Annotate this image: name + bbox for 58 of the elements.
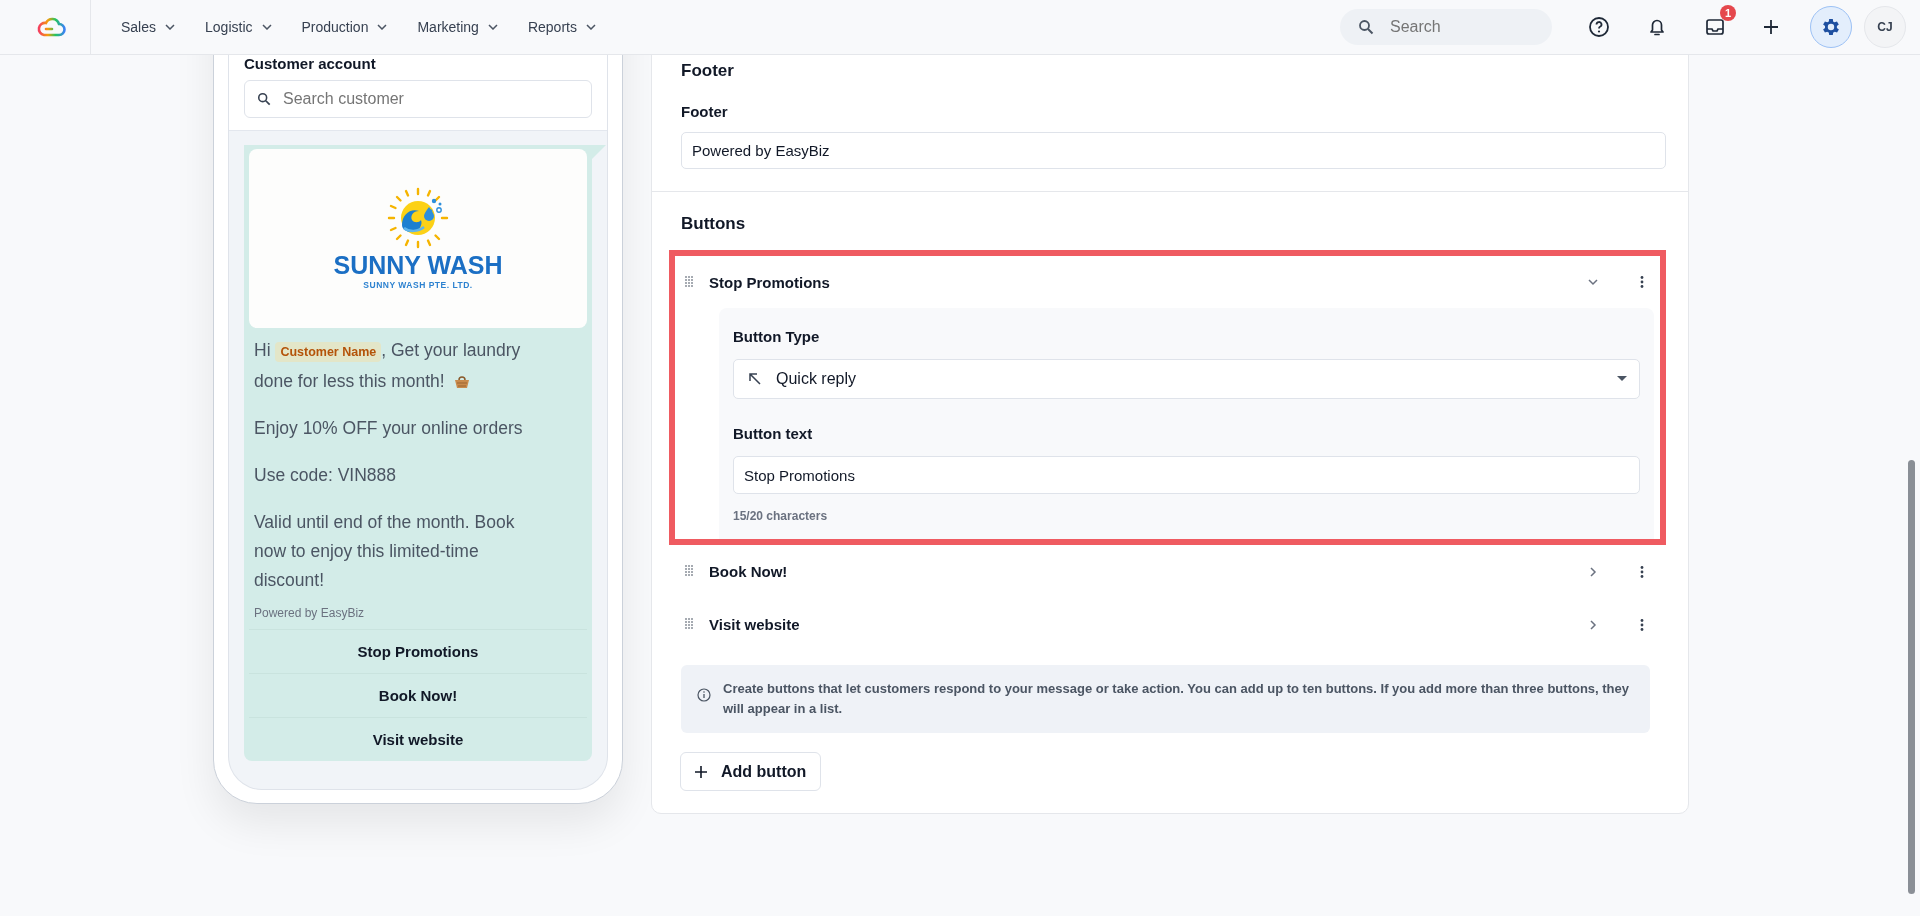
info-icon	[697, 688, 711, 702]
section-heading: Buttons	[681, 214, 747, 234]
quick-reply-button[interactable]: Visit website	[249, 717, 587, 761]
nav-menu[interactable]: Logistic	[205, 19, 272, 35]
nav-menu[interactable]: Sales	[121, 19, 176, 35]
message-greeting: Hi Customer Name , Get your laundry done for less this month!	[254, 339, 522, 393]
caret-icon	[585, 24, 596, 30]
button-type-select[interactable]: Quick reply	[733, 359, 1640, 399]
search-field[interactable]: Search	[1340, 9, 1552, 45]
user-avatar[interactable]: CJ	[1864, 6, 1906, 48]
notification-badge: 1	[1719, 5, 1736, 21]
search-icon	[1358, 19, 1374, 35]
dropdown-caret-icon	[1617, 376, 1627, 382]
field-label: Button Type	[733, 328, 821, 345]
section-title: Customer account	[244, 55, 377, 72]
message-paragraph: Valid until end of the month. Book now to enjoy this limited-time discount!	[254, 511, 516, 592]
section-heading: Footer	[681, 61, 735, 81]
inbox-icon[interactable]	[1704, 16, 1726, 38]
logo-title: SUNNY WASH	[333, 251, 503, 280]
nav-menu[interactable]: Marketing	[417, 19, 498, 35]
caret-icon	[487, 24, 498, 30]
more-options-icon[interactable]	[1640, 617, 1644, 632]
logo-subtitle: SUNNY WASH PTE. LTD.	[363, 280, 473, 290]
footer-input[interactable]: Powered by EasyBiz	[681, 132, 1666, 169]
button-item-title[interactable]: Visit website	[709, 616, 1572, 633]
more-options-icon[interactable]	[1640, 275, 1644, 289]
field-label: Button text	[733, 425, 814, 442]
more-options-icon[interactable]	[1640, 564, 1644, 579]
settings-button[interactable]	[1810, 6, 1852, 48]
caret-icon	[377, 24, 388, 30]
plus-icon	[695, 765, 707, 778]
sun-wave-logo-icon	[387, 187, 449, 249]
message-footer: Powered by EasyBiz	[254, 605, 547, 621]
customer-search-field[interactable]: Search customer	[244, 80, 592, 118]
field-label: Footer	[681, 103, 729, 120]
drag-handle-icon[interactable]	[685, 275, 695, 289]
button-item-title[interactable]: Stop Promotions	[709, 273, 1572, 291]
settings-icon	[1820, 16, 1842, 38]
info-text: Create buttons that let customers respond to your message or take action. You can add up to ten buttons. If you add more than three buttons, they will appear in a list.	[723, 680, 1631, 718]
search-icon	[257, 92, 271, 106]
character-counter: 15/20 characters	[733, 509, 829, 523]
plus-icon[interactable]	[1762, 18, 1780, 36]
nav-menu[interactable]: Production	[301, 19, 388, 35]
add-button[interactable]: Add button	[680, 752, 822, 791]
cloud-logo-icon[interactable]	[36, 16, 66, 38]
drag-handle-icon[interactable]	[685, 618, 695, 631]
caret-icon	[165, 24, 176, 30]
caret-icon	[261, 24, 272, 30]
message-paragraph: Use code: VIN888	[254, 464, 398, 487]
quick-reply-button[interactable]: Book Now!	[249, 673, 587, 717]
quick-reply-button[interactable]: Stop Promotions	[249, 629, 587, 673]
nav-menu[interactable]: Reports	[527, 19, 596, 35]
help-icon[interactable]	[1588, 16, 1610, 38]
message-paragraph: Enjoy 10% OFF your online orders	[254, 417, 524, 440]
arrow-up-left-icon	[748, 372, 762, 386]
button-text-input[interactable]: Stop Promotions	[733, 456, 1640, 494]
button-item-title[interactable]: Book Now!	[709, 563, 1572, 580]
drag-handle-icon[interactable]	[685, 565, 695, 578]
